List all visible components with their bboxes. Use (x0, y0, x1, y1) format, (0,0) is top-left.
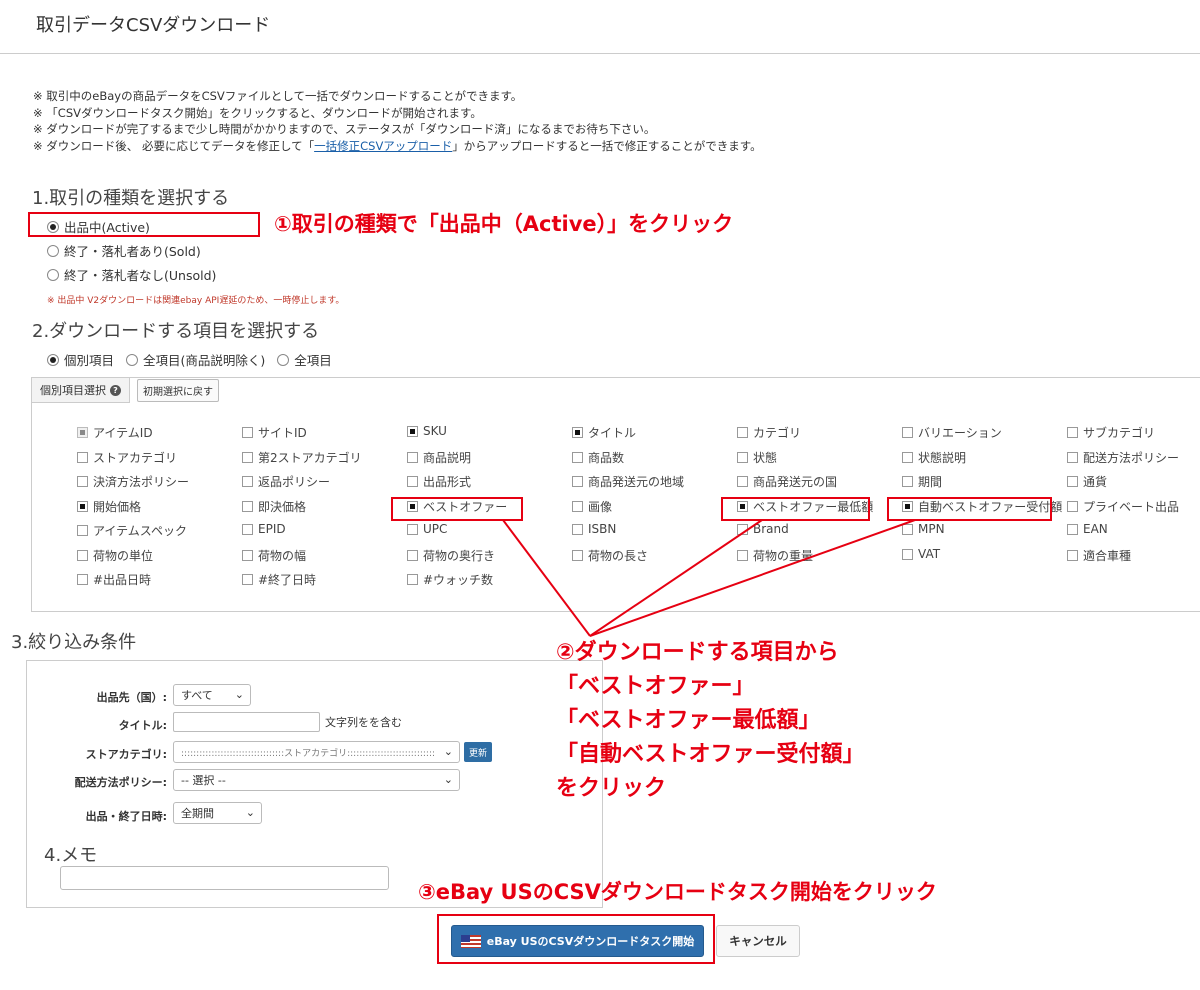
annotation-step-3: ③eBay USのCSVダウンロードタスク開始をクリック (418, 880, 937, 904)
annotation-connector-lines (502, 519, 916, 637)
annotation-line: 「自動ベストオファー受付額」 (556, 742, 865, 767)
highlight-start-button (437, 914, 715, 964)
annotation-step-2: ②ダウンロードする項目から 「ベストオファー」 「ベストオファー最低額」 「自動… (556, 636, 864, 806)
annotation-line: ②ダウンロードする項目から (556, 640, 839, 665)
annotation-line: をクリック (556, 776, 667, 801)
annotation-line: 「ベストオファー最低額」 (556, 708, 821, 733)
annotation-line: 「ベストオファー」 (556, 674, 755, 699)
